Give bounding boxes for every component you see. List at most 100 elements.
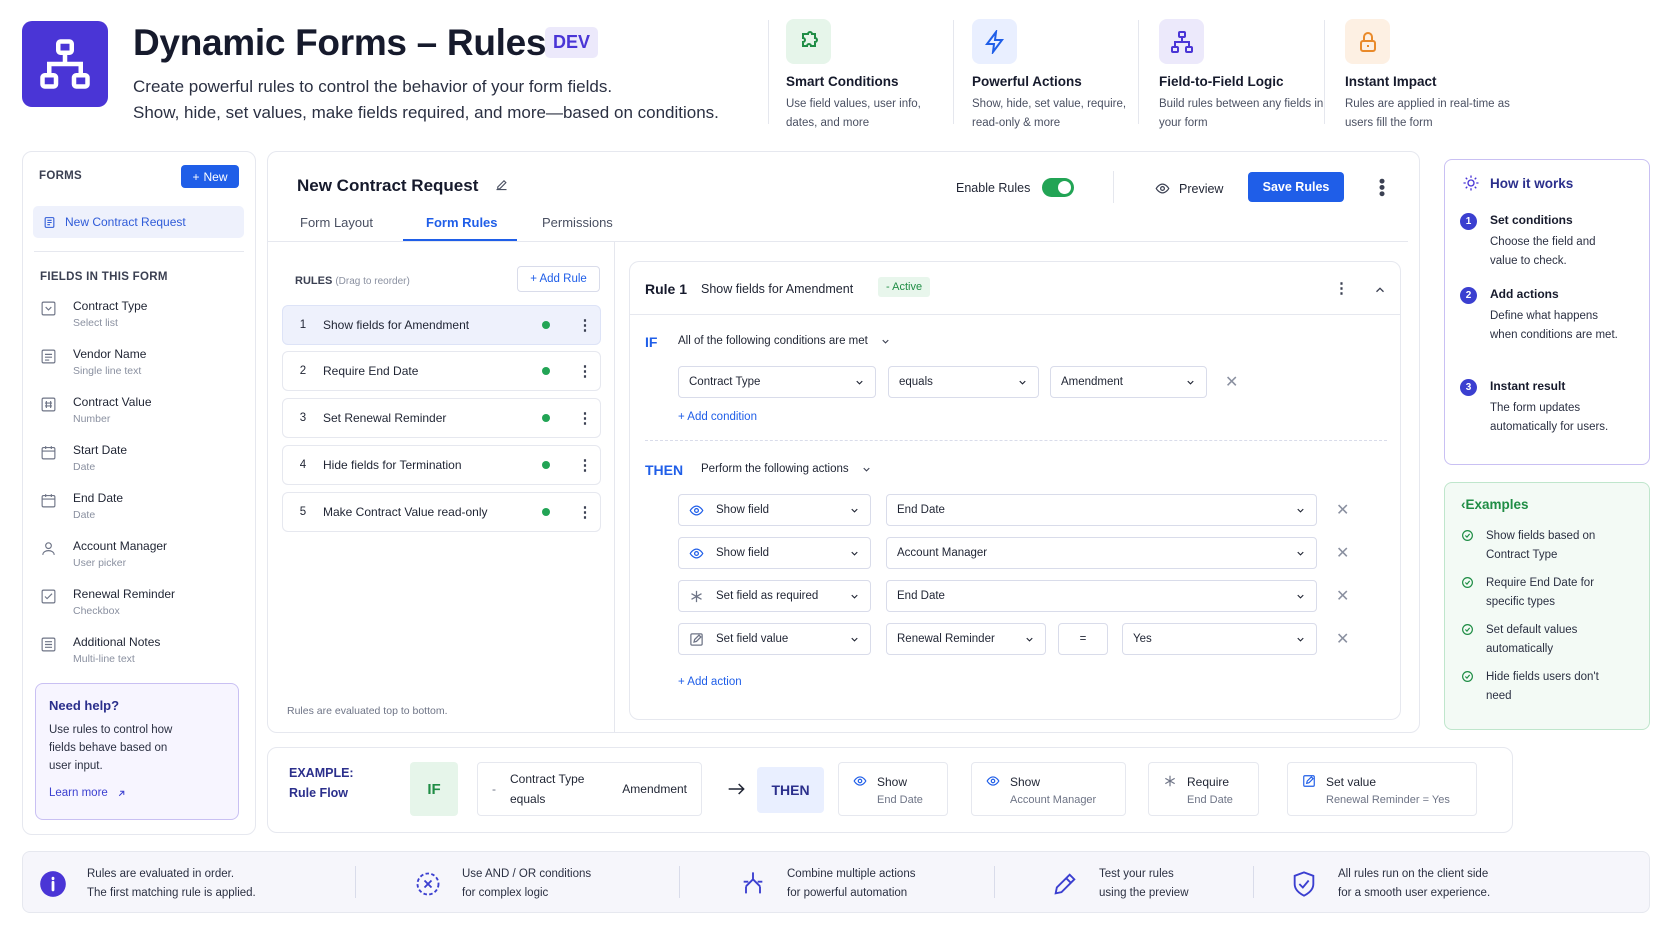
value-operator[interactable]: =	[1058, 623, 1108, 655]
info-icon	[40, 871, 66, 897]
rule-menu-icon[interactable]: ⋮	[570, 362, 600, 380]
field-item[interactable]: End Date Date	[40, 490, 240, 530]
field-item[interactable]: Contract Value Number	[40, 394, 240, 434]
check-circle-icon	[1462, 671, 1473, 682]
number-icon	[41, 397, 56, 412]
condition-operator-select[interactable]: equals	[888, 366, 1039, 398]
eye-icon	[853, 776, 867, 786]
more-options-icon[interactable]: •••	[1372, 178, 1392, 197]
arrow-right-icon	[728, 783, 745, 795]
puzzle-icon	[801, 30, 818, 47]
tab-form-rules[interactable]: Form Rules	[426, 215, 498, 230]
field-item[interactable]: Contract Type Select list	[40, 298, 240, 338]
divider	[630, 314, 1400, 315]
rule-item[interactable]: 4 Hide fields for Termination ⋮	[282, 445, 601, 485]
divider	[34, 251, 244, 252]
action-type-select[interactable]: Set field value	[678, 623, 871, 655]
enable-rules-toggle[interactable]	[1042, 178, 1074, 197]
rule-item[interactable]: 1 Show fields for Amendment ⋮	[282, 305, 601, 345]
rule-menu-icon[interactable]: ⋮	[1334, 279, 1349, 297]
external-link-icon	[118, 790, 125, 796]
field-item[interactable]: Account Manager User picker	[40, 538, 240, 578]
save-rules-button[interactable]: Save Rules	[1248, 172, 1344, 202]
action-type-select[interactable]: Set field as required	[678, 580, 871, 612]
how-it-works-title: How it works	[1490, 176, 1574, 191]
add-rule-button[interactable]: + Add Rule	[517, 266, 600, 292]
check-circle-icon	[1462, 577, 1473, 588]
divider	[679, 866, 680, 898]
form-title: New Contract Request	[297, 176, 479, 195]
condition-field-select[interactable]: Contract Type	[678, 366, 876, 398]
action-type-select[interactable]: Show field	[678, 537, 871, 569]
divider	[645, 440, 1387, 441]
flow-condition: - Contract Type equals Amendment	[477, 762, 702, 816]
preview-button[interactable]: Preview	[1155, 181, 1223, 196]
tab-form-layout[interactable]: Form Layout	[300, 215, 373, 230]
field-item[interactable]: Start Date Date	[40, 442, 240, 482]
chevron-down-icon	[882, 339, 889, 344]
rule-item[interactable]: 2 Require End Date ⋮	[282, 351, 601, 391]
field-item[interactable]: Additional Notes Multi-line text	[40, 634, 240, 674]
chevron-down-icon	[1026, 637, 1033, 642]
eye-icon	[689, 504, 704, 516]
field-item[interactable]: Renewal Reminder Checkbox	[40, 586, 240, 626]
feature-smart-conditions: Smart Conditions Use field values, user …	[786, 19, 951, 131]
flow-action: Set value Renewal Reminder = Yes	[1287, 762, 1477, 816]
add-condition-link[interactable]: + Add condition	[678, 411, 757, 423]
rule-item[interactable]: 5 Make Contract Value read-only ⋮	[282, 492, 601, 532]
chevron-up-icon[interactable]	[1373, 283, 1387, 297]
action-value-select[interactable]: Yes	[1122, 623, 1317, 655]
status-badge: - Active	[878, 277, 931, 297]
select-icon	[41, 301, 56, 316]
then-keyword: THEN	[645, 462, 684, 478]
tip-item: Combine multiple actions for powerful aut…	[739, 865, 915, 903]
remove-action-icon[interactable]: ✕	[1336, 543, 1349, 563]
asterisk-icon	[691, 590, 702, 602]
rule-menu-icon[interactable]: ⋮	[570, 316, 600, 334]
action-type-select[interactable]: Show field	[678, 494, 871, 526]
action-mode-dropdown[interactable]: Perform the following actions	[701, 463, 872, 475]
action-target-select[interactable]: Account Manager	[886, 537, 1317, 569]
tip-item: Test your rules using the preview	[1051, 865, 1189, 903]
pencil-icon	[1054, 873, 1076, 895]
chevron-down-icon	[1019, 380, 1026, 385]
lock-icon	[1359, 31, 1376, 52]
how-step: 3 Instant result The form updates automati…	[1460, 379, 1640, 437]
status-dot	[542, 367, 550, 375]
calendar-icon	[41, 494, 56, 508]
learn-more-link[interactable]: Learn more	[49, 787, 225, 799]
feature-powerful-actions: Powerful Actions Show, hide, set value, …	[972, 19, 1137, 131]
rule-menu-icon[interactable]: ⋮	[570, 409, 600, 427]
chevron-down-icon	[851, 508, 858, 513]
page-subtitle: Create powerful rules to control the beh…	[133, 77, 719, 122]
remove-condition-icon[interactable]: ✕	[1225, 372, 1238, 392]
action-target-select[interactable]: End Date	[886, 494, 1317, 526]
tab-permissions[interactable]: Permissions	[542, 215, 613, 230]
example-item: Hide fields users don't need	[1461, 668, 1641, 706]
sidebar-item-new-contract-request[interactable]: New Contract Request	[33, 206, 244, 238]
remove-action-icon[interactable]: ✕	[1336, 586, 1349, 606]
field-item[interactable]: Vendor Name Single line text	[40, 346, 240, 386]
user-icon	[42, 542, 55, 555]
tabs-divider	[268, 241, 1408, 242]
rule-menu-icon[interactable]: ⋮	[570, 456, 600, 474]
condition-value-select[interactable]: Amendment	[1050, 366, 1207, 398]
remove-action-icon[interactable]: ✕	[1336, 500, 1349, 520]
lightning-icon	[984, 29, 1004, 54]
divider	[1253, 866, 1254, 898]
page-title: Dynamic Forms – Rules	[133, 22, 547, 63]
edit-icon[interactable]	[494, 177, 509, 192]
remove-action-icon[interactable]: ✕	[1336, 629, 1349, 649]
rule-menu-icon[interactable]: ⋮	[570, 503, 600, 521]
notes-icon	[41, 637, 56, 652]
condition-mode-dropdown[interactable]: All of the following conditions are met	[678, 335, 891, 347]
action-target-select[interactable]: Renewal Reminder	[886, 623, 1046, 655]
divider	[355, 866, 356, 898]
rule-item[interactable]: 3 Set Renewal Reminder ⋮	[282, 398, 601, 438]
flow-action: Show End Date	[838, 762, 948, 816]
eye-icon	[986, 776, 1000, 786]
add-action-link[interactable]: + Add action	[678, 676, 742, 688]
flow-action: Show Account Manager	[971, 762, 1126, 816]
action-target-select[interactable]: End Date	[886, 580, 1317, 612]
new-form-button[interactable]: + New	[181, 165, 239, 188]
